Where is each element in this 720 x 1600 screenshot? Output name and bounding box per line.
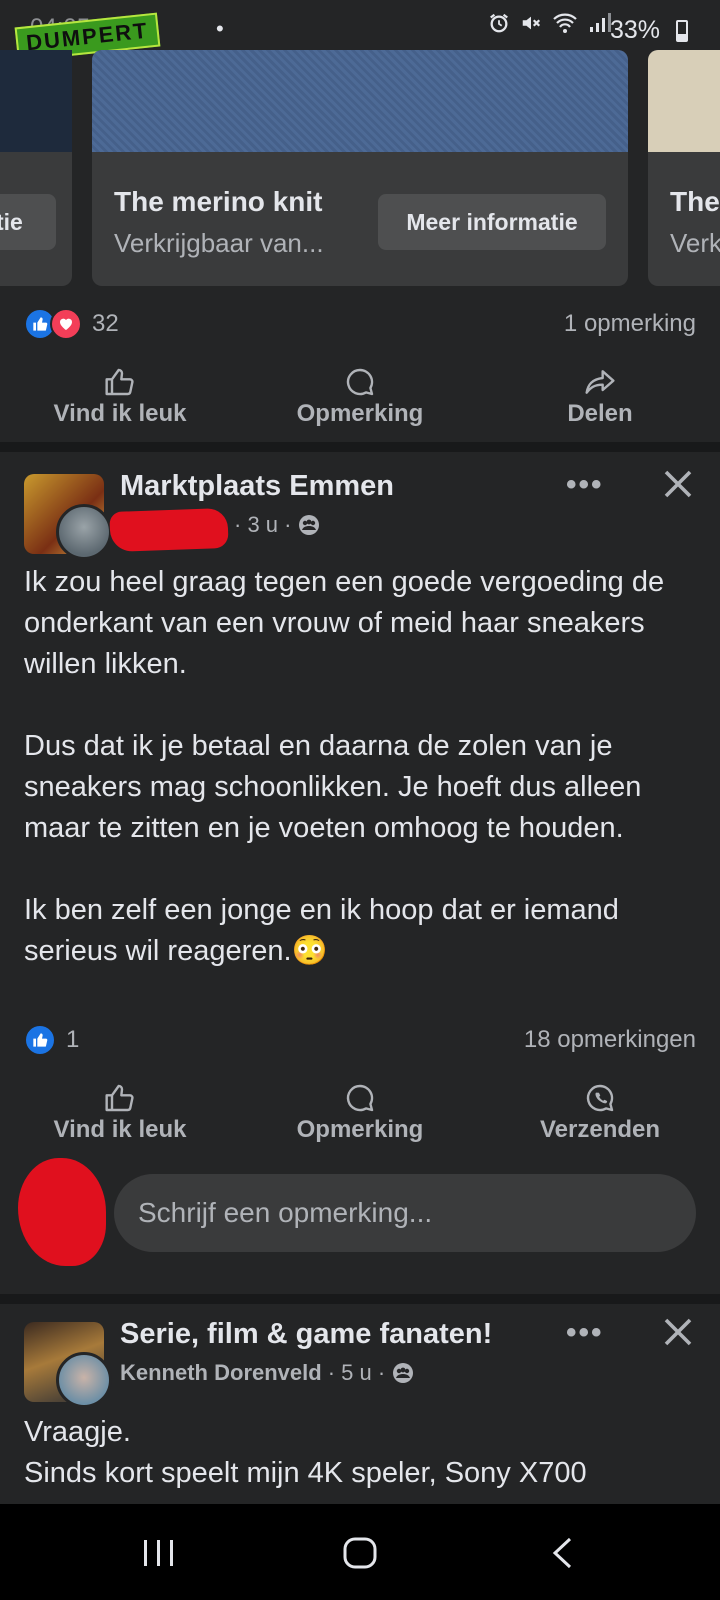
post-time: · 3 u · xyxy=(234,512,292,537)
user-avatar[interactable] xyxy=(56,1352,112,1408)
battery-icon xyxy=(676,20,688,42)
post-paragraph: Ik zou heel graag tegen een goede vergoe… xyxy=(24,566,665,680)
post-body: Ik zou heel graag tegen een goede vergoe… xyxy=(24,562,700,972)
like-button[interactable]: Vind ik leuk xyxy=(20,1082,220,1144)
thumbs-up-icon xyxy=(105,368,134,396)
reactions-count: 1 xyxy=(66,1026,80,1053)
share-icon xyxy=(585,370,615,394)
post-body: Vraagje. Sinds kort speelt mijn 4K spele… xyxy=(24,1412,587,1494)
reactions-summary[interactable]: 1 xyxy=(24,1024,79,1056)
card-title-right: The xyxy=(670,186,720,217)
signal-icon xyxy=(590,13,611,32)
user-avatar[interactable] xyxy=(56,504,112,560)
card-title: The merino knit xyxy=(114,186,323,217)
wifi-icon xyxy=(553,13,577,33)
whatsapp-icon xyxy=(586,1084,614,1112)
post-marktplaats: Marktplaats Emmen · 3 u · ••• Ik zou hee… xyxy=(0,452,720,1294)
like-label: Vind ik leuk xyxy=(53,1116,187,1143)
carousel-left-button[interactable]: tie xyxy=(0,194,56,250)
share-label: Delen xyxy=(567,400,633,427)
mute-icon xyxy=(522,16,541,30)
back-icon[interactable] xyxy=(550,1536,574,1570)
like-label: Vind ik leuk xyxy=(53,400,187,427)
recent-apps-icon[interactable] xyxy=(142,1538,176,1568)
like-button[interactable]: Vind ik leuk xyxy=(20,366,220,428)
post-divider xyxy=(0,442,720,452)
carousel-card-merino[interactable]: The merino knit Verkrijgbaar van... Meer… xyxy=(92,50,628,286)
like-reaction-icon xyxy=(24,1024,56,1056)
status-bar: 04:05 DUMPERT • 33% xyxy=(0,0,720,62)
post-line: Vraagje. xyxy=(24,1416,131,1448)
post-line: Sinds kort speelt mijn 4K speler, Sony X… xyxy=(24,1457,587,1489)
card-subtitle-right: Verk xyxy=(670,228,720,258)
send-button[interactable]: Verzenden xyxy=(500,1082,700,1144)
love-reaction-icon xyxy=(50,308,82,340)
close-icon[interactable] xyxy=(660,466,696,502)
author-name[interactable]: Kenneth Dorenveld xyxy=(120,1360,322,1386)
thumbs-up-icon xyxy=(105,1084,134,1112)
post-divider xyxy=(0,1294,720,1304)
more-icon[interactable]: ••• xyxy=(566,1316,604,1350)
share-button[interactable]: Delen xyxy=(500,366,700,428)
post-paragraph: Dus dat ik je betaal en daarna de zolen … xyxy=(24,730,642,844)
comment-button[interactable]: Opmerking xyxy=(260,1082,460,1144)
more-info-button[interactable]: Meer informatie xyxy=(378,194,606,250)
carousel-card-right[interactable]: The Verk xyxy=(648,50,720,286)
group-name[interactable]: Marktplaats Emmen xyxy=(120,470,394,503)
post-serie-film: Serie, film & game fanaten! Kenneth Dore… xyxy=(0,1304,720,1504)
post-meta: · 3 u · xyxy=(234,512,321,538)
group-audience-icon xyxy=(299,515,320,535)
redacted-author xyxy=(109,507,229,553)
comment-button[interactable]: Opmerking xyxy=(260,366,460,428)
comment-icon xyxy=(346,368,374,396)
group-audience-icon xyxy=(393,1363,414,1383)
post-paragraph-last: Ik ben zelf een jonge en ik hoop dat er … xyxy=(24,890,700,972)
reactions-summary[interactable]: 32 xyxy=(24,308,119,340)
status-icons xyxy=(488,12,612,34)
more-icon[interactable]: ••• xyxy=(566,468,604,502)
carousel-card-left[interactable]: tie xyxy=(0,50,72,286)
redacted-avatar xyxy=(18,1158,106,1266)
comment-input[interactable]: Schrijf een opmerking... xyxy=(114,1174,696,1252)
notification-dot: • xyxy=(216,16,224,41)
close-icon[interactable] xyxy=(660,1314,696,1350)
reactions-count: 32 xyxy=(92,310,119,337)
product-image[interactable] xyxy=(92,50,628,152)
card-subtitle: Verkrijgbaar van... xyxy=(114,228,324,258)
alarm-icon xyxy=(490,13,508,33)
comments-count[interactable]: 1 opmerking xyxy=(564,310,696,338)
battery-percentage: 33% xyxy=(610,16,661,44)
flushed-emoji: 😳 xyxy=(291,935,328,967)
post-time: · 5 u · xyxy=(327,1360,386,1385)
send-label: Verzenden xyxy=(539,1116,661,1143)
post-meta: Kenneth Dorenveld · 5 u · xyxy=(120,1360,415,1386)
comment-icon xyxy=(346,1084,374,1112)
navigation-bar xyxy=(0,1504,720,1600)
comment-label: Opmerking xyxy=(296,1116,424,1143)
comments-count[interactable]: 18 opmerkingen xyxy=(524,1026,696,1054)
group-name[interactable]: Serie, film & game fanaten! xyxy=(120,1318,492,1351)
comment-label: Opmerking xyxy=(296,400,424,427)
home-icon[interactable] xyxy=(342,1536,378,1570)
